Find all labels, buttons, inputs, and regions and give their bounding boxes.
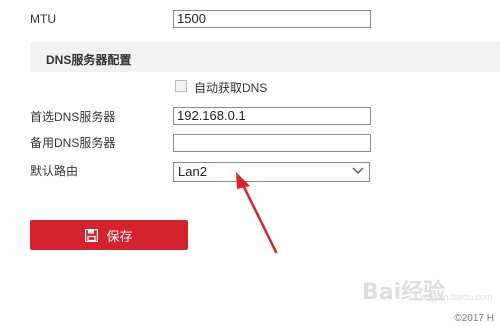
floppy-disk-icon: [85, 228, 99, 242]
default-route-label: 默认路由: [30, 164, 79, 178]
mtu-label: MTU: [30, 12, 56, 26]
auto-dns-label: 自动获取DNS: [194, 81, 268, 95]
auto-dns-checkbox[interactable]: [175, 80, 187, 92]
alternate-dns-label: 备用DNS服务器: [30, 136, 116, 150]
default-route-select[interactable]: Lan2: [173, 162, 370, 182]
default-route-value: Lan2: [178, 164, 207, 179]
preferred-dns-input[interactable]: [173, 107, 371, 125]
mtu-input[interactable]: [173, 10, 371, 28]
alternate-dns-input[interactable]: [173, 134, 371, 152]
chevron-down-icon: [352, 167, 364, 174]
watermark-logo: Bai经验 jingyan.baidu.com: [362, 274, 493, 306]
save-button[interactable]: 保存: [30, 220, 188, 250]
preferred-dns-label: 首选DNS服务器: [30, 110, 116, 124]
footer-copyright: ©2017 H: [454, 313, 494, 324]
watermark-subtext: jingyan.baidu.com: [420, 292, 493, 302]
dns-section-title: DNS服务器配置: [46, 53, 132, 67]
save-button-label: 保存: [106, 228, 133, 244]
